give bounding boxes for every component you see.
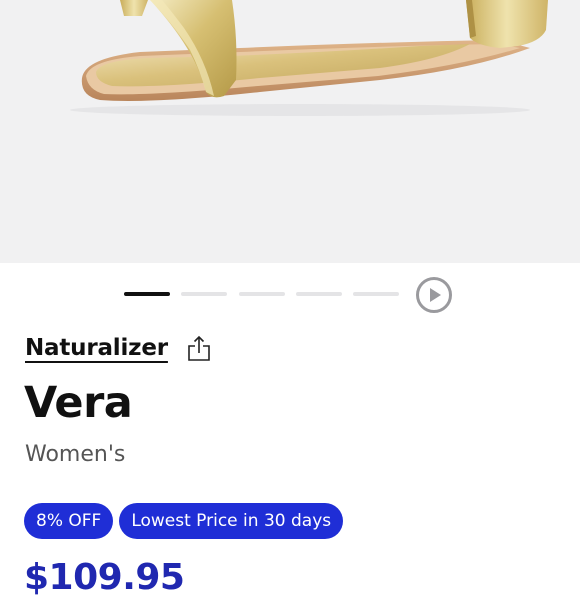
share-icon[interactable]: [186, 334, 212, 362]
carousel-dot-5[interactable]: [353, 292, 399, 296]
image-carousel-indicator: [0, 263, 580, 325]
discount-badge: 8% OFF: [24, 503, 114, 539]
brand-row: Naturalizer: [25, 331, 212, 365]
play-icon: [416, 277, 452, 313]
product-title: Vera: [24, 378, 133, 428]
product-image[interactable]: [0, 0, 580, 263]
sandal-illustration: [70, 0, 548, 116]
carousel-dot-4[interactable]: [296, 292, 342, 296]
carousel-dot-2[interactable]: [181, 292, 227, 296]
product-category: Women's: [25, 442, 126, 467]
lowest-price-badge: Lowest Price in 30 days: [119, 503, 344, 539]
brand-link[interactable]: Naturalizer: [25, 335, 168, 361]
play-button[interactable]: [415, 276, 453, 314]
product-price: $109.95: [24, 557, 185, 598]
badge-group: 8% OFF Lowest Price in 30 days: [24, 503, 344, 539]
carousel-dot-1[interactable]: [124, 292, 170, 296]
carousel-dot-3[interactable]: [239, 292, 285, 296]
